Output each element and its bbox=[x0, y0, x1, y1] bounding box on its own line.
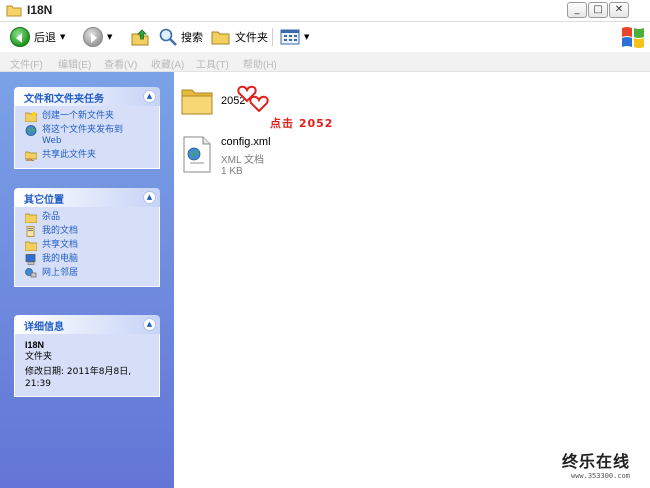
views-icon bbox=[280, 29, 300, 45]
tasks-panel-body: 创建一个新文件夹 将这个文件夹发布到 Web 共享此文件夹 bbox=[14, 106, 160, 169]
folders-label: 文件夹 bbox=[235, 31, 268, 44]
task-item-share-folder[interactable]: 共享此文件夹 bbox=[25, 150, 151, 161]
file-type: XML 文档 bbox=[221, 155, 264, 166]
details-modified-time: 21:39 bbox=[25, 379, 51, 389]
title-bar: I18N _ □ ✕ bbox=[0, 0, 650, 22]
search-button[interactable]: 搜索 bbox=[158, 26, 203, 48]
share-folder-icon bbox=[25, 151, 37, 161]
back-arrow-icon bbox=[10, 27, 30, 47]
toolbar: 后退 ▼ ▼ 搜索 文件夹 ▼ bbox=[0, 23, 612, 51]
menu-help[interactable]: 帮助(H) bbox=[243, 56, 277, 71]
back-button[interactable]: 后退 ▼ bbox=[10, 26, 65, 48]
back-label: 后退 bbox=[34, 31, 56, 44]
task-item-new-folder[interactable]: 创建一个新文件夹 bbox=[25, 111, 151, 122]
task-item-publish-web[interactable]: 将这个文件夹发布到 Web bbox=[25, 125, 151, 147]
maximize-button[interactable]: □ bbox=[588, 2, 608, 18]
close-button[interactable]: ✕ bbox=[609, 2, 629, 18]
task-pane: 文件和文件夹任务 ▲ 创建一个新文件夹 将这个文件夹发布到Web 共享此文件夹 bbox=[0, 72, 174, 488]
up-folder-icon bbox=[131, 29, 149, 46]
menu-bar: 文件(F) 编辑(E) 查看(V) 收藏(A) 工具(T) 帮助(H) bbox=[0, 52, 650, 72]
collapse-chevron-icon[interactable]: ▲ bbox=[143, 318, 156, 331]
details-modified-date: 修改日期: 2011年8月8日, bbox=[25, 367, 132, 377]
file-size: 1 KB bbox=[221, 166, 243, 177]
place-item-label: 我的文档 bbox=[42, 226, 79, 236]
window-title: I18N bbox=[27, 3, 53, 17]
file-list-area: 2052 点击 2052 config.xml XML 文档 1 KB 终乐在线… bbox=[174, 72, 650, 488]
place-item-label: 我的电脑 bbox=[42, 254, 79, 264]
network-places-icon bbox=[25, 268, 37, 278]
place-item-misc[interactable]: 杂品 bbox=[25, 212, 151, 223]
forward-button[interactable]: ▼ bbox=[83, 26, 112, 48]
place-item-network-places[interactable]: 网上邻居 bbox=[25, 268, 151, 279]
search-label: 搜索 bbox=[181, 31, 203, 44]
task-item-label: 将这个文件夹发布到 Web bbox=[42, 125, 124, 146]
watermark: 终乐在线 www.353300.com bbox=[562, 448, 630, 480]
explorer-window: I18N _ □ ✕ 后退 ▼ ▼ 搜索 文件夹 ▼ 文件(F) 编辑(E) 查… bbox=[0, 0, 650, 488]
minimize-button[interactable]: _ bbox=[567, 2, 587, 18]
views-button[interactable]: ▼ bbox=[280, 26, 309, 48]
places-panel-title: 其它位置 bbox=[24, 195, 64, 206]
tasks-panel-title: 文件和文件夹任务 bbox=[24, 94, 104, 105]
globe-publish-icon bbox=[25, 125, 37, 136]
folders-icon bbox=[211, 31, 230, 45]
new-folder-icon bbox=[25, 112, 37, 122]
folder-icon bbox=[181, 89, 213, 115]
heart-doodle-icon bbox=[237, 85, 269, 112]
details-item-name: I18N bbox=[25, 340, 45, 350]
details-panel-header[interactable]: 详细信息 ▲ bbox=[14, 315, 160, 334]
places-panel-header[interactable]: 其它位置 ▲ bbox=[14, 188, 160, 207]
folder-icon bbox=[6, 5, 22, 17]
places-panel: 其它位置 ▲ 杂品 我的文档 共享文档 我的电脑 网上邻居 bbox=[14, 188, 160, 287]
place-item-my-documents[interactable]: 我的文档 bbox=[25, 226, 151, 237]
details-item-type: 文件夹 bbox=[25, 352, 53, 362]
place-item-shared-documents[interactable]: 共享文档 bbox=[25, 240, 151, 251]
toolbar-separator bbox=[272, 28, 273, 46]
places-panel-body: 杂品 我的文档 共享文档 我的电脑 网上邻居 bbox=[14, 207, 160, 287]
details-panel: 详细信息 ▲ I18N 文件夹 修改日期: 2011年8月8日, 21:39 bbox=[14, 315, 160, 397]
folder-icon bbox=[25, 213, 37, 223]
menu-view[interactable]: 查看(V) bbox=[104, 56, 137, 71]
details-panel-body: I18N 文件夹 修改日期: 2011年8月8日, 21:39 bbox=[14, 334, 160, 397]
task-item-label: 共享此文件夹 bbox=[42, 150, 97, 160]
menu-edit[interactable]: 编辑(E) bbox=[58, 56, 91, 71]
windows-logo-icon bbox=[622, 27, 644, 48]
place-item-label: 杂品 bbox=[42, 212, 61, 222]
click-annotation: 点击 2052 bbox=[270, 117, 334, 130]
forward-arrow-icon bbox=[83, 27, 103, 47]
search-icon bbox=[159, 28, 177, 46]
place-item-label: 网上邻居 bbox=[42, 268, 79, 278]
watermark-text: 终乐在线 bbox=[561, 452, 630, 471]
place-item-label: 共享文档 bbox=[42, 240, 79, 250]
task-item-label: 创建一个新文件夹 bbox=[42, 111, 115, 121]
watermark-url: www.353300.com bbox=[570, 472, 630, 480]
place-item-my-computer[interactable]: 我的电脑 bbox=[25, 254, 151, 265]
menu-tools[interactable]: 工具(T) bbox=[196, 56, 229, 71]
details-panel-title: 详细信息 bbox=[24, 322, 64, 333]
my-computer-icon bbox=[25, 254, 36, 265]
xml-file-icon bbox=[183, 136, 211, 173]
dropdown-arrow-icon[interactable]: ▼ bbox=[304, 33, 309, 41]
my-documents-icon bbox=[26, 226, 35, 237]
menu-file[interactable]: 文件(F) bbox=[10, 56, 43, 71]
tasks-panel: 文件和文件夹任务 ▲ 创建一个新文件夹 将这个文件夹发布到 Web 共享此文件夹 bbox=[14, 87, 160, 169]
up-folder-button[interactable] bbox=[130, 26, 150, 48]
shared-documents-icon bbox=[25, 241, 37, 251]
file-name: config.xml bbox=[221, 136, 271, 148]
menu-favorites[interactable]: 收藏(A) bbox=[151, 56, 184, 71]
dropdown-arrow-icon[interactable]: ▼ bbox=[60, 33, 65, 41]
tasks-panel-header[interactable]: 文件和文件夹任务 ▲ bbox=[14, 87, 160, 106]
dropdown-arrow-icon[interactable]: ▼ bbox=[107, 33, 112, 41]
collapse-chevron-icon[interactable]: ▲ bbox=[143, 191, 156, 204]
folders-button[interactable]: 文件夹 bbox=[211, 26, 268, 48]
collapse-chevron-icon[interactable]: ▲ bbox=[143, 90, 156, 103]
